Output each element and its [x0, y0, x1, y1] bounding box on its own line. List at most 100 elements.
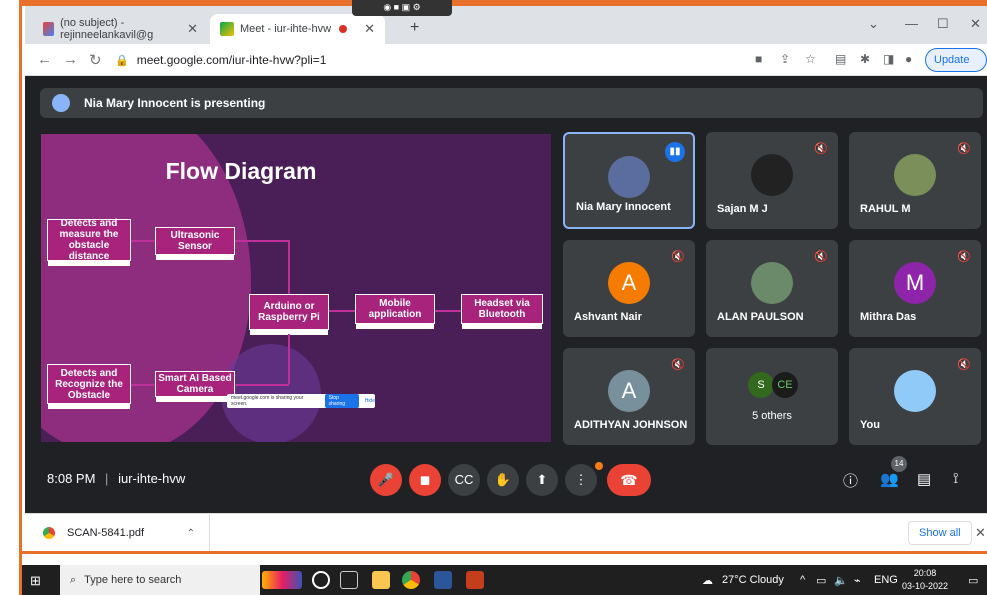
chrome-icon — [43, 527, 55, 539]
browser-tabstrip: (no subject) - rejinneelankavil@g ✕ Meet… — [25, 6, 987, 44]
battery-icon: ▭ — [816, 575, 827, 587]
camera-toggle-button[interactable]: ◼ — [409, 464, 441, 496]
mic-off-icon: 🔇 — [814, 143, 828, 155]
present-button[interactable]: ⬆ — [526, 464, 558, 496]
close-window-icon[interactable]: ✕ — [970, 16, 981, 32]
weather-icon[interactable]: ☁ — [702, 574, 713, 587]
chrome-taskbar-icon[interactable] — [402, 571, 420, 589]
reload-icon[interactable]: ↻ — [89, 51, 102, 69]
hide-notice-button[interactable]: Hide — [365, 398, 375, 404]
mic-toggle-button[interactable]: 🎤 — [370, 464, 402, 496]
participant-name: ADITHYAN JOHNSON — [574, 419, 688, 431]
task-view-icon[interactable] — [340, 571, 358, 589]
windows-start-icon[interactable]: ⊞ — [30, 573, 41, 589]
participant-tile[interactable]: M 🔇 Mithra Das — [849, 240, 981, 337]
presentation-slide: Flow Diagram Detects and measure the obs… — [41, 134, 551, 442]
word-icon[interactable] — [434, 571, 452, 589]
tray-arrow-icon[interactable]: ^ — [800, 574, 805, 586]
search-highlight-icon[interactable] — [262, 571, 302, 589]
close-download-bar-icon[interactable]: ✕ — [975, 525, 986, 541]
lock-icon: 🔒 — [115, 54, 129, 67]
share-icon[interactable]: ⇪ — [780, 52, 790, 66]
update-label: Update — [934, 54, 970, 66]
participant-name: Ashvant Nair — [574, 311, 642, 323]
meet-icon — [220, 22, 234, 36]
search-placeholder: Type here to search — [84, 574, 182, 586]
avatar: A — [608, 370, 650, 412]
flow-box-headset: Headset via Bluetooth — [461, 294, 543, 329]
participant-tile[interactable]: 🔇 ALAN PAULSON — [706, 240, 838, 337]
chat-icon[interactable]: ▤ — [917, 470, 931, 488]
participant-tile[interactable]: ▮▮ Nia Mary Innocent — [563, 132, 695, 229]
chevron-up-icon[interactable]: ⌃ — [187, 528, 195, 539]
screen-share-notice: meet.google.com is sharing your screen. … — [227, 394, 375, 408]
show-all-button[interactable]: Show all — [908, 521, 972, 545]
camera-icon[interactable]: ■ — [755, 52, 762, 66]
tab-gmail[interactable]: (no subject) - rejinneelankavil@g ✕ — [33, 14, 208, 44]
extensions-icon[interactable]: ✱ — [860, 52, 870, 66]
participant-name: Nia Mary Innocent — [576, 201, 671, 213]
powerpoint-icon[interactable] — [466, 571, 484, 589]
stop-sharing-button[interactable]: Stop sharing — [324, 394, 359, 408]
tab-meet[interactable]: Meet - iur-ihte-hvw ✕ — [210, 14, 385, 44]
side-panel-icon[interactable]: ◨ — [883, 52, 894, 66]
participant-tile[interactable]: A 🔇 ADITHYAN JOHNSON — [563, 348, 695, 445]
people-icon[interactable]: 👥 — [880, 470, 899, 488]
mic-off-icon: 🔇 — [814, 251, 828, 263]
self-tile[interactable]: 🔇 You — [849, 348, 981, 445]
flow-box-detect-measure: Detects and measure the obstacle distanc… — [47, 218, 131, 266]
avatar — [608, 156, 650, 198]
participant-tile[interactable]: 🔇 Sajan M J — [706, 132, 838, 229]
bookmark-star-icon[interactable]: ☆ — [805, 52, 816, 66]
meeting-details-icon[interactable]: ⓘ — [843, 470, 858, 491]
language-indicator[interactable]: ENG — [874, 574, 898, 586]
tab-search-icon[interactable]: ⌄ — [868, 16, 879, 32]
maximize-icon[interactable]: ☐ — [937, 16, 949, 32]
forward-icon[interactable]: → — [63, 51, 78, 68]
participant-tile[interactable]: A 🔇 Ashvant Nair — [563, 240, 695, 337]
docs-icon[interactable]: ▤ — [835, 52, 846, 66]
weather-text[interactable]: 27°C Cloudy — [722, 574, 784, 586]
minimize-icon[interactable]: — — [905, 16, 918, 31]
flow-arrow — [235, 240, 289, 242]
presenting-text: Nia Mary Innocent is presenting — [84, 96, 266, 110]
close-tab-icon[interactable]: ✕ — [187, 21, 198, 37]
taskbar-search[interactable]: ⌕ Type here to search — [60, 565, 260, 595]
avatar — [751, 154, 793, 196]
windows-taskbar: ⊞ ⌕ Type here to search ☁ 27°C Cloudy ^ … — [22, 565, 987, 595]
captions-button[interactable]: CC — [448, 464, 480, 496]
flow-arrow — [131, 384, 155, 386]
more-options-button[interactable]: ⋮ — [565, 464, 597, 496]
participant-count-badge: 14 — [891, 456, 907, 472]
others-tile[interactable]: S CE 5 others — [706, 348, 838, 445]
volume-icon[interactable]: 🔈 — [834, 574, 848, 587]
slide-title: Flow Diagram — [165, 158, 317, 184]
update-button[interactable]: Update ⋮ — [925, 48, 987, 88]
address-bar: ← → ↻ 🔒 meet.google.com/iur-ihte-hvw?pli… — [25, 44, 987, 88]
flow-arrow — [235, 384, 289, 386]
mic-off-icon: 🔇 — [957, 359, 971, 371]
close-tab-icon[interactable]: ✕ — [364, 21, 375, 37]
activities-icon[interactable]: ⟟ — [953, 470, 959, 487]
network-icon[interactable]: ⌁ — [854, 574, 861, 587]
new-tab-button[interactable]: + — [410, 19, 419, 37]
clock-time: 20:08 — [913, 568, 937, 578]
url-field[interactable]: 🔒 meet.google.com/iur-ihte-hvw?pli=1 — [115, 48, 735, 72]
meet-window: Nia Mary Innocent is presenting Flow Dia… — [25, 76, 987, 513]
presenting-banner: Nia Mary Innocent is presenting — [40, 88, 983, 118]
leave-call-button[interactable]: ☎ — [607, 464, 651, 496]
flow-arrow — [288, 334, 290, 384]
cortana-icon[interactable] — [312, 571, 330, 589]
file-explorer-icon[interactable] — [372, 571, 390, 589]
clock-date: 03-10-2022 — [902, 581, 949, 591]
back-icon[interactable]: ← — [37, 51, 52, 68]
avatar: M — [894, 262, 936, 304]
clock[interactable]: 20:08 03-10-2022 — [902, 567, 948, 593]
profile-avatar[interactable]: ● — [905, 52, 912, 66]
participant-tile[interactable]: 🔇 RAHUL M — [849, 132, 981, 229]
raise-hand-button[interactable]: ✋ — [487, 464, 519, 496]
notifications-icon[interactable]: ▭ — [968, 574, 978, 587]
download-item[interactable]: SCAN-5841.pdf ⌃ — [25, 514, 210, 552]
screen-capture-toolbar[interactable]: ◉ ■ ▣ ⚙ — [352, 0, 452, 16]
flow-arrow — [329, 310, 355, 312]
